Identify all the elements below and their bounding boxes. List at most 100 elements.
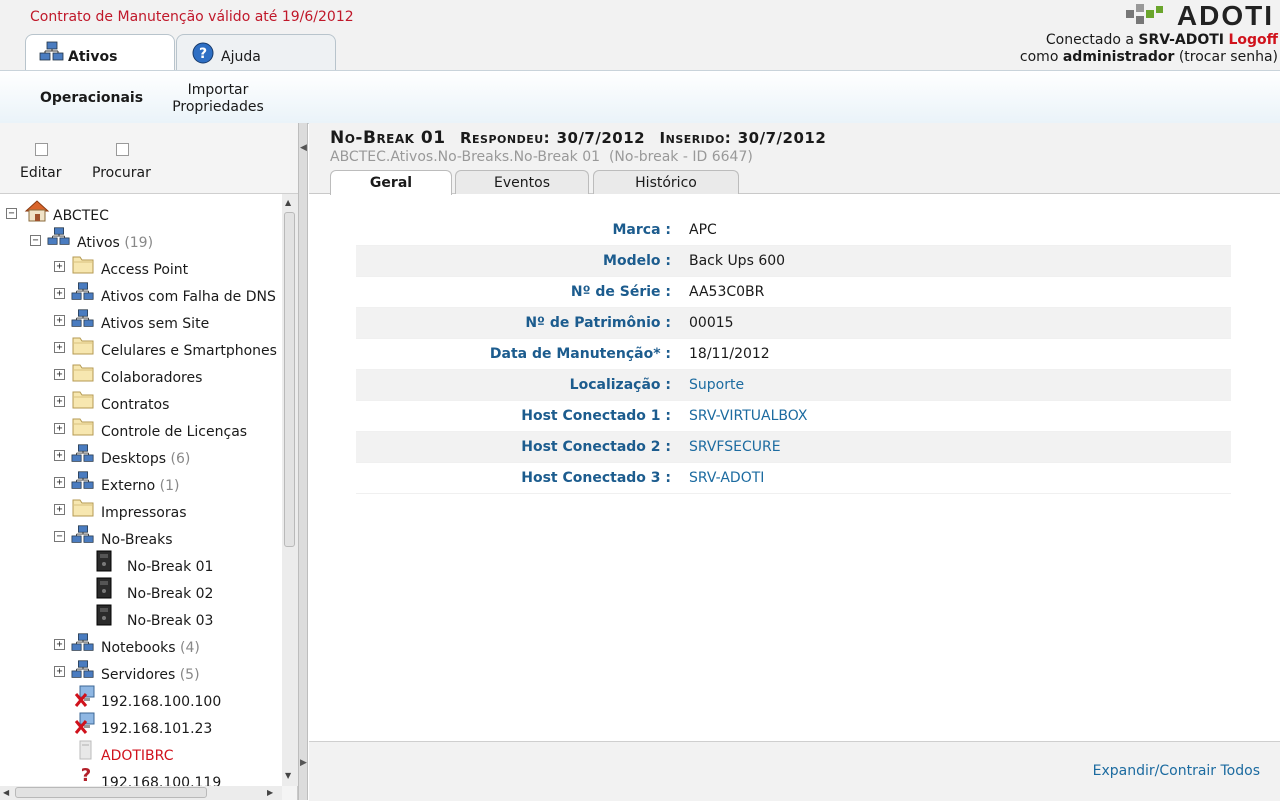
search-button[interactable]: Procurar bbox=[92, 165, 151, 181]
expand-icon[interactable]: + bbox=[54, 315, 65, 326]
edit-checkbox[interactable] bbox=[35, 143, 48, 156]
expand-icon[interactable]: + bbox=[54, 504, 65, 515]
panel-splitter[interactable] bbox=[298, 123, 308, 800]
tab-ativos[interactable]: Ativos bbox=[25, 34, 175, 71]
folder-icon bbox=[72, 391, 94, 409]
detail-value: APC bbox=[689, 222, 717, 238]
expand-icon[interactable]: + bbox=[54, 342, 65, 353]
change-password-link[interactable]: (trocar senha) bbox=[1179, 49, 1278, 65]
expand-icon[interactable]: + bbox=[54, 261, 65, 272]
expand-icon[interactable]: + bbox=[54, 369, 65, 380]
responded-label: Respondeu: bbox=[459, 129, 551, 147]
as-prefix: como bbox=[1019, 49, 1059, 65]
network-icon bbox=[71, 444, 94, 462]
scroll-right-icon[interactable]: ▶ bbox=[267, 788, 273, 797]
app-logo: ADOTI bbox=[1176, 0, 1274, 31]
detail-label: Nº de Série : bbox=[570, 284, 671, 300]
tree-horizontal-scroll-thumb[interactable] bbox=[15, 787, 207, 798]
expand-collapse-all-link[interactable]: Expandir/Contrair Todos bbox=[1093, 763, 1260, 779]
detail-value[interactable]: SRV-ADOTI bbox=[689, 470, 764, 486]
tree-label: ADOTIBRC bbox=[101, 748, 174, 764]
tab-ajuda[interactable]: ? Ajuda bbox=[176, 34, 336, 70]
tree-label: 192.168.100.100 bbox=[101, 694, 222, 710]
tree-label: Ativos sem Site bbox=[101, 316, 210, 332]
connection-status: Conectado a SRV-ADOTI Logoff bbox=[1046, 32, 1278, 48]
left-toolbar bbox=[0, 123, 298, 194]
expand-icon[interactable]: + bbox=[54, 423, 65, 434]
tree-label: Ativos (19) bbox=[77, 235, 154, 251]
tree-label: Celulares e Smartphones bbox=[101, 343, 277, 359]
expand-icon[interactable]: + bbox=[54, 450, 65, 461]
item-name: No-Break 01 bbox=[330, 128, 446, 148]
expand-icon[interactable]: + bbox=[54, 639, 65, 650]
tab-geral[interactable]: Geral bbox=[330, 170, 452, 195]
tree-label: Colaboradores bbox=[101, 370, 203, 386]
collapse-panel-icon[interactable]: ◀ bbox=[300, 143, 307, 153]
detail-row: Modelo : Back Ups 600 bbox=[356, 246, 1231, 277]
tab-historico[interactable]: Histórico bbox=[593, 170, 739, 194]
detail-label: Host Conectado 3 : bbox=[521, 470, 671, 486]
tree-label: No-Break 02 bbox=[127, 586, 214, 602]
tab-ajuda-label: Ajuda bbox=[221, 49, 261, 65]
tree-label: Servidores (5) bbox=[101, 667, 200, 683]
tree-label: Impressoras bbox=[101, 505, 187, 521]
tree-label: 192.168.100.119 bbox=[101, 775, 222, 786]
tab-ativos-label: Ativos bbox=[68, 49, 118, 65]
search-checkbox[interactable] bbox=[116, 143, 129, 156]
subnav-operacionais[interactable]: Operacionais bbox=[40, 90, 143, 106]
tree-label: Desktops (6) bbox=[101, 451, 191, 467]
edit-button[interactable]: Editar bbox=[20, 165, 61, 181]
detail-row: Nº de Série : AA53C0BR bbox=[356, 277, 1231, 308]
detail-value[interactable]: SRV-VIRTUALBOX bbox=[689, 408, 808, 424]
collapse-icon[interactable]: − bbox=[54, 531, 65, 542]
item-title: No-Break 01 Respondeu: 30/7/2012 Inserid… bbox=[330, 128, 826, 148]
folder-icon bbox=[72, 256, 94, 274]
logoff-link[interactable]: Logoff bbox=[1228, 32, 1278, 48]
server-name: SRV-ADOTI bbox=[1138, 32, 1225, 48]
scroll-down-icon[interactable]: ▼ bbox=[285, 771, 291, 780]
subnav-importar-line1: Importar bbox=[187, 82, 249, 98]
tree-vertical-scroll-thumb[interactable] bbox=[284, 212, 295, 547]
detail-value: AA53C0BR bbox=[689, 284, 765, 300]
scroll-left-icon[interactable]: ◀ bbox=[3, 788, 9, 797]
network-icon bbox=[71, 633, 94, 651]
tab-eventos[interactable]: Eventos bbox=[455, 170, 589, 194]
home-icon bbox=[24, 200, 50, 222]
collapse-icon[interactable]: − bbox=[30, 235, 41, 246]
network-icon bbox=[71, 471, 94, 489]
tree-label: No-Break 03 bbox=[127, 613, 214, 629]
detail-value[interactable]: SRVFSECURE bbox=[689, 439, 781, 455]
expand-panel-icon[interactable]: ▶ bbox=[300, 758, 307, 768]
detail-row: Localização : Suporte bbox=[356, 370, 1231, 401]
expand-icon[interactable]: + bbox=[54, 288, 65, 299]
asset-tree: − ABCTEC − Ativos (19) + Access Point + … bbox=[0, 194, 282, 786]
item-type-id: (No-break - ID 6647) bbox=[608, 149, 753, 165]
detail-label: Modelo : bbox=[603, 253, 671, 269]
responded-date: 30/7/2012 bbox=[556, 129, 646, 147]
network-icon bbox=[47, 227, 70, 245]
connected-prefix: Conectado a bbox=[1045, 32, 1134, 48]
svg-text:?: ? bbox=[199, 46, 207, 62]
user-status: como administrador (trocar senha) bbox=[1020, 49, 1278, 65]
tree-label: Access Point bbox=[101, 262, 189, 278]
expand-icon[interactable]: + bbox=[54, 396, 65, 407]
subnav-importar-line2: Propriedades bbox=[172, 99, 264, 115]
scroll-up-icon[interactable]: ▲ bbox=[285, 198, 291, 207]
error-computer-icon bbox=[74, 685, 95, 707]
tree-label: Ativos com Falha de DNS bbox=[101, 289, 276, 305]
collapse-icon[interactable]: − bbox=[6, 208, 17, 219]
detail-label: Data de Manutenção* : bbox=[489, 346, 671, 362]
expand-icon[interactable]: + bbox=[54, 477, 65, 488]
expand-icon[interactable]: + bbox=[54, 666, 65, 677]
network-icon bbox=[71, 660, 94, 678]
detail-value[interactable]: Suporte bbox=[689, 377, 744, 393]
help-icon: ? bbox=[192, 42, 214, 64]
tree-label: Notebooks (4) bbox=[101, 640, 200, 656]
network-icon bbox=[71, 282, 94, 300]
detail-value: 00015 bbox=[689, 315, 734, 331]
subnav-importar-propriedades[interactable]: Importar Propriedades bbox=[170, 82, 266, 116]
detail-row: Nº de Patrimônio : 00015 bbox=[356, 308, 1231, 339]
contract-notice: Contrato de Manutenção válido até 19/6/2… bbox=[30, 9, 354, 25]
detail-row: Marca : APC bbox=[356, 215, 1231, 246]
ups-icon bbox=[96, 604, 112, 626]
